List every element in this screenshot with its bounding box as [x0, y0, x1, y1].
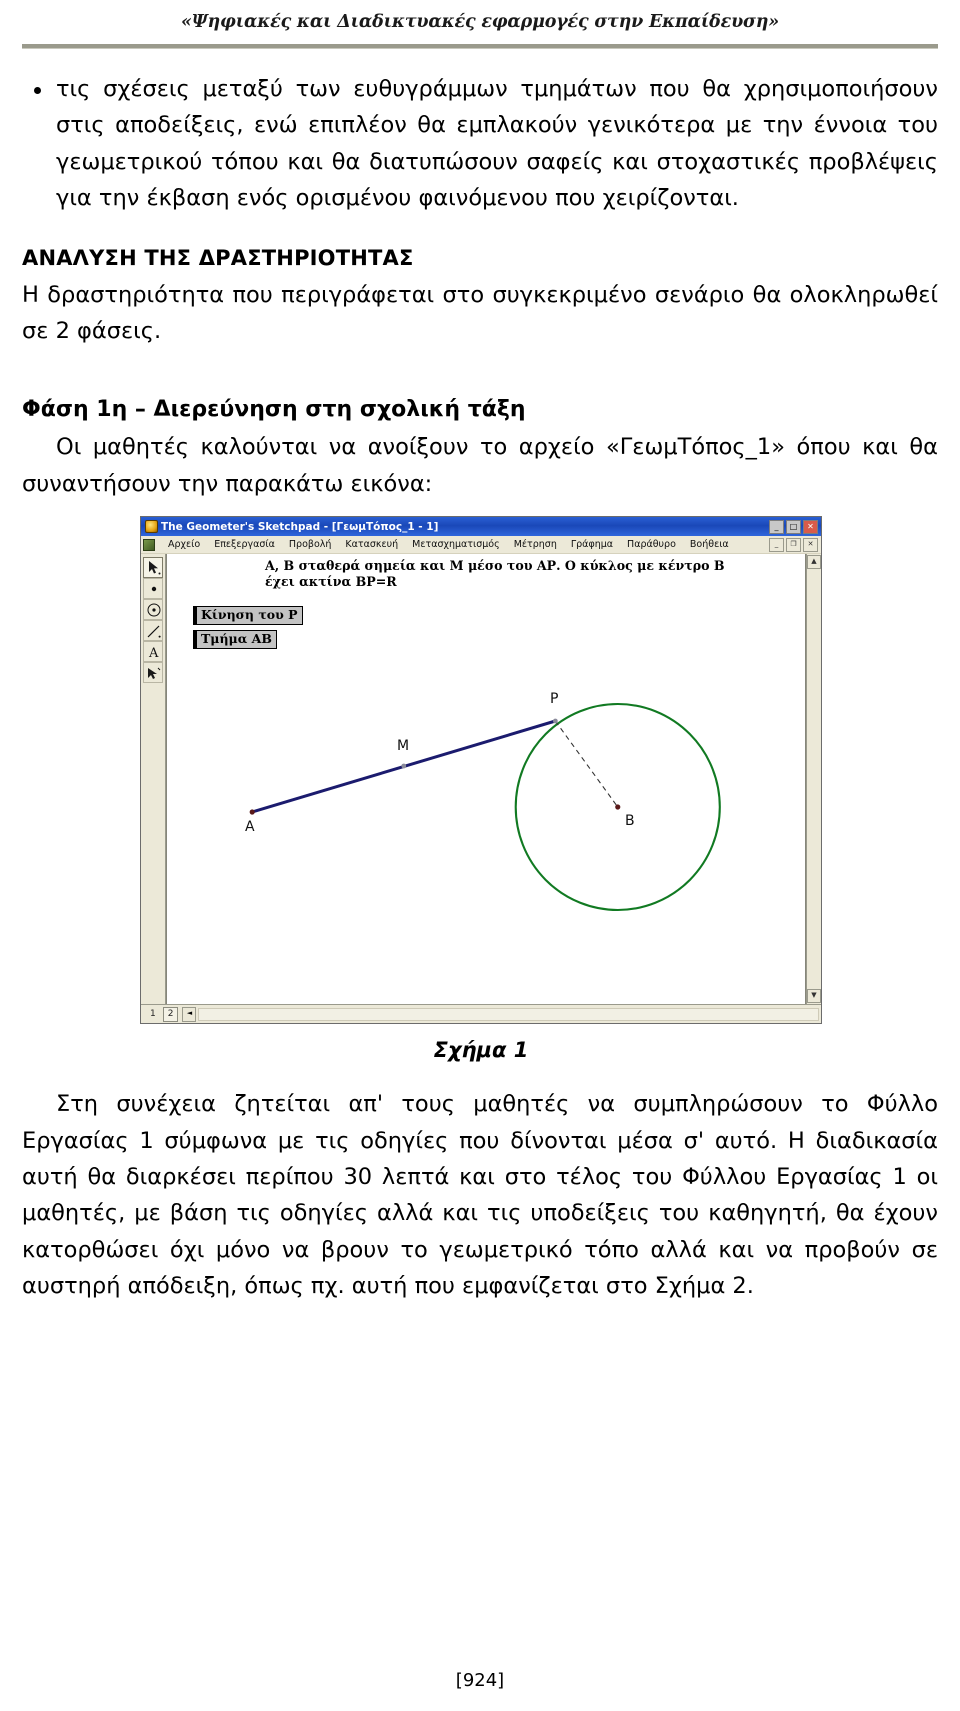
menu-item-display[interactable]: Προβολή — [282, 539, 339, 550]
page-tab-2[interactable]: 2 — [162, 1006, 179, 1022]
vertical-scrollbar[interactable]: ▲ ▼ — [806, 554, 821, 1005]
scroll-up-icon[interactable]: ▲ — [807, 555, 821, 570]
point-tool-icon[interactable] — [143, 578, 163, 600]
phase-heading: Φάση 1η – Διερεύνηση στη σχολική τάξη — [22, 396, 526, 422]
menu-bar[interactable]: Αρχείο Επεξεργασία Προβολή Κατασκευή Μετ… — [141, 536, 821, 555]
scroll-left-icon[interactable]: ◄ — [182, 1006, 197, 1022]
section-paragraph: Η δραστηριότητα που περιγράφεται στο συγ… — [22, 281, 938, 345]
menu-item-edit[interactable]: Επεξεργασία — [207, 539, 282, 550]
close-icon[interactable]: ✕ — [803, 519, 818, 534]
menu-item-graph[interactable]: Γράφημα — [564, 539, 620, 550]
point-label-p: Ρ — [550, 691, 559, 708]
status-bar[interactable]: 1 2 ◄ — [141, 1004, 821, 1024]
menu-item-construct[interactable]: Κατασκευή — [338, 539, 405, 550]
header-divider — [22, 44, 938, 49]
page-number: [924] — [455, 1670, 505, 1691]
menu-item-transform[interactable]: Μετασχηματισμός — [405, 539, 507, 550]
point-m[interactable] — [401, 763, 407, 769]
minimize-icon[interactable]: _ — [769, 519, 784, 534]
mdi-close-icon[interactable]: ✕ — [803, 537, 818, 552]
text-tool-icon[interactable]: A — [143, 641, 163, 663]
horizontal-scrollbar[interactable] — [198, 1007, 819, 1021]
arrow-select-tool-icon[interactable] — [143, 557, 163, 579]
mdi-restore-icon[interactable]: ❐ — [786, 537, 801, 552]
document-page: «Ψηφιακές και Διαδικτυακές εφαρμογές στη… — [0, 0, 960, 1711]
sketchpad-app-icon — [145, 520, 158, 534]
list-item: τις σχέσεις μεταξύ των ευθυγράμμων τμημά… — [34, 71, 938, 217]
maximize-icon[interactable]: □ — [786, 519, 801, 534]
mdi-minimize-icon[interactable]: _ — [769, 537, 784, 552]
window-titlebar: The Geometer's Sketchpad - [ΓεωμΤόπος_1 … — [141, 517, 821, 537]
menu-item-help[interactable]: Βοήθεια — [683, 539, 736, 550]
geometry-figure — [249, 703, 721, 912]
compass-circle-tool-icon[interactable] — [143, 599, 163, 621]
sketchpad-window: The Geometer's Sketchpad - [ΓεωμΤόπος_1 … — [140, 516, 822, 1025]
tool-palette[interactable]: A — [141, 554, 166, 1005]
straightedge-tool-icon[interactable] — [143, 620, 163, 642]
phase-paragraph: Οι μαθητές καλούνται να ανοίξουν το αρχε… — [22, 434, 938, 497]
section-heading: ΑΝΑΛΥΣΗ ΤΗΣ ΔΡΑΣΤΗΡΙΟΤΗΤΑΣ — [22, 245, 414, 270]
closing-paragraph: Στη συνέχεια ζητείται απ' τους μαθητές ν… — [22, 1091, 938, 1300]
window-title: The Geometer's Sketchpad - [ΓεωμΤόπος_1 … — [161, 520, 439, 533]
menu-item-window[interactable]: Παράθυρο — [620, 539, 683, 550]
radius-p-b — [554, 720, 619, 808]
bullet-list: τις σχέσεις μεταξύ των ευθυγράμμων τμημά… — [22, 71, 938, 217]
document-icon — [143, 538, 155, 551]
menu-item-file[interactable]: Αρχείο — [161, 539, 207, 550]
sketch-canvas[interactable]: Α, Β σταθερά σημεία και Μ μέσο του ΑΡ. Ο… — [166, 554, 806, 1005]
window-body: A Α, Β σταθερά σημεία και Μ μέσο του ΑΡ.… — [141, 554, 821, 1005]
figure-caption: Σχήμα 1 — [433, 1038, 529, 1063]
custom-tool-icon[interactable] — [143, 662, 163, 684]
svg-text:A: A — [148, 646, 159, 660]
point-label-m: Μ — [397, 738, 410, 755]
window-controls[interactable]: _ □ ✕ — [769, 519, 818, 534]
page-tab-1[interactable]: 1 — [145, 1007, 161, 1022]
point-p[interactable] — [552, 718, 558, 724]
scroll-down-icon[interactable]: ▼ — [807, 989, 821, 1004]
running-header: «Ψηφιακές και Διαδικτυακές εφαρμογές στη… — [181, 12, 779, 32]
point-a[interactable] — [249, 809, 255, 815]
point-b[interactable] — [615, 804, 621, 810]
mdi-window-controls[interactable]: _ ❐ ✕ — [769, 537, 818, 552]
point-label-b: Β — [625, 813, 635, 830]
menu-item-measure[interactable]: Μέτρηση — [507, 539, 564, 550]
figure-image: The Geometer's Sketchpad - [ΓεωμΤόπος_1 … — [140, 516, 822, 1025]
point-label-a: Α — [245, 819, 255, 836]
